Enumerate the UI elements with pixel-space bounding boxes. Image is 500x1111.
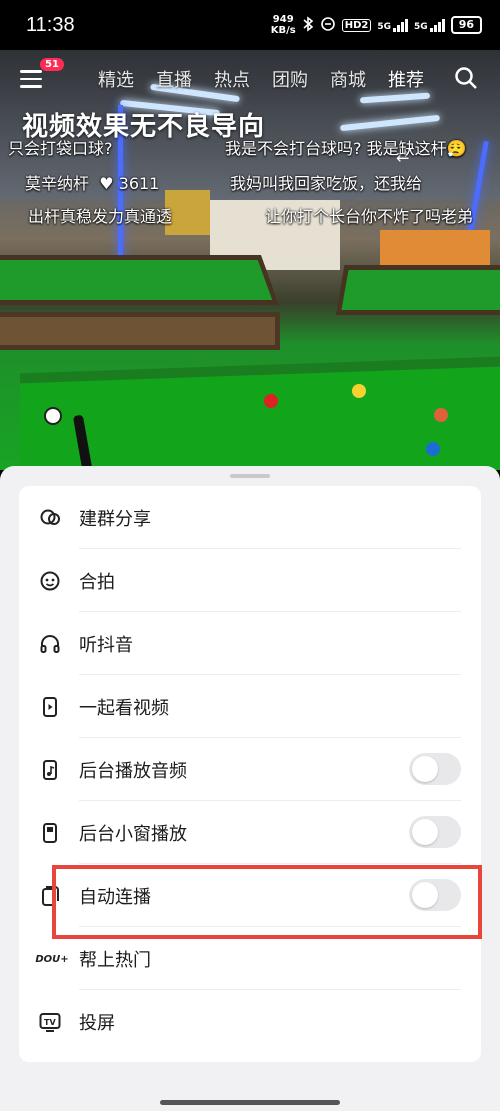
tab-live[interactable]: 直播 — [156, 66, 192, 92]
home-indicator[interactable] — [160, 1100, 340, 1105]
tab-recommend[interactable]: 推荐 — [388, 66, 424, 92]
option-label: 听抖音 — [79, 635, 133, 655]
cast-tv-icon: TV — [39, 1011, 61, 1033]
clock: 11:38 — [26, 14, 75, 36]
nav-tabs: 精选 直播 热点 团购 商城 推荐 — [98, 66, 424, 92]
danmu-comment: 出杆真稳发力真通透 — [28, 207, 173, 226]
more-options-sheet: 建群分享 合拍 听抖音 一起看视频 后台播放音频 后台小窗播放 自动连播 DOU… — [0, 466, 500, 1111]
option-label: 一起看视频 — [79, 698, 169, 718]
notification-badge: 51 — [40, 58, 64, 71]
menu-icon[interactable] — [20, 70, 42, 88]
sim1-signal-icon: 5G — [377, 18, 409, 32]
tab-mall[interactable]: 商城 — [330, 66, 366, 92]
pip-icon — [39, 822, 61, 844]
sim2-signal-icon: 5G — [414, 18, 445, 32]
danmu-comment: 我妈叫我回家吃饭，还我给 — [230, 174, 423, 193]
option-listen-douyin[interactable]: 听抖音 — [19, 612, 481, 675]
tab-featured[interactable]: 精选 — [98, 66, 134, 92]
dou-plus-icon: DOU+ — [35, 953, 69, 965]
headphones-icon — [39, 633, 61, 655]
watch-together-icon — [39, 696, 61, 718]
bluetooth-icon — [302, 15, 314, 35]
status-bar: 11:38 949 KB/s HD2 5G 5G 96 — [0, 0, 500, 50]
option-label: 合拍 — [79, 572, 115, 592]
danmu-comment: 莫辛纳杆 ♥ 3611 — [25, 174, 160, 193]
option-watch-together[interactable]: 一起看视频 — [19, 675, 481, 738]
option-cast[interactable]: TV 投屏 — [19, 990, 481, 1053]
battery-icon: 96 — [450, 16, 482, 34]
tab-hot[interactable]: 热点 — [214, 66, 250, 92]
autoplay-highlight-box — [52, 865, 482, 939]
options-card: 建群分享 合拍 听抖音 一起看视频 后台播放音频 后台小窗播放 自动连播 DOU… — [19, 486, 481, 1062]
option-background-audio[interactable]: 后台播放音频 — [19, 738, 481, 801]
option-duet[interactable]: 合拍 — [19, 549, 481, 612]
option-background-pip[interactable]: 后台小窗播放 — [19, 801, 481, 864]
network-speed: 949 KB/s — [270, 14, 296, 36]
duet-icon — [39, 570, 61, 592]
background-audio-toggle[interactable] — [409, 753, 461, 785]
danmu-comment: 我是不会打台球吗? 我是缺这杆😮‍💨 — [225, 139, 467, 158]
svg-text:TV: TV — [44, 1018, 56, 1027]
option-label: 后台播放音频 — [79, 761, 187, 781]
tab-group-buy[interactable]: 团购 — [272, 66, 308, 92]
option-label: 建群分享 — [79, 509, 151, 529]
heart-icon: ♥ — [94, 174, 114, 193]
option-label: 后台小窗播放 — [79, 824, 187, 844]
danmu-comment: 让你打个长台你不炸了吗老弟 — [265, 207, 474, 226]
status-icons: 949 KB/s HD2 5G 5G 96 — [271, 14, 482, 36]
hd-icon: HD2 — [341, 18, 372, 32]
link-icon — [320, 16, 336, 34]
top-nav: 51 精选 直播 热点 团购 商城 推荐 视频效果无不良导向 ⇄ — [0, 58, 500, 165]
background-pip-toggle[interactable] — [409, 816, 461, 848]
cue-ball — [44, 407, 62, 425]
group-chat-icon — [39, 507, 61, 529]
danmu-comment: 只会打袋口球? — [8, 139, 113, 158]
option-label: 帮上热门 — [79, 950, 151, 970]
option-label: 投屏 — [79, 1013, 115, 1033]
background-audio-icon — [39, 759, 61, 781]
search-icon[interactable] — [454, 66, 478, 90]
option-create-group-share[interactable]: 建群分享 — [19, 486, 481, 549]
sheet-grabber[interactable] — [230, 474, 270, 478]
